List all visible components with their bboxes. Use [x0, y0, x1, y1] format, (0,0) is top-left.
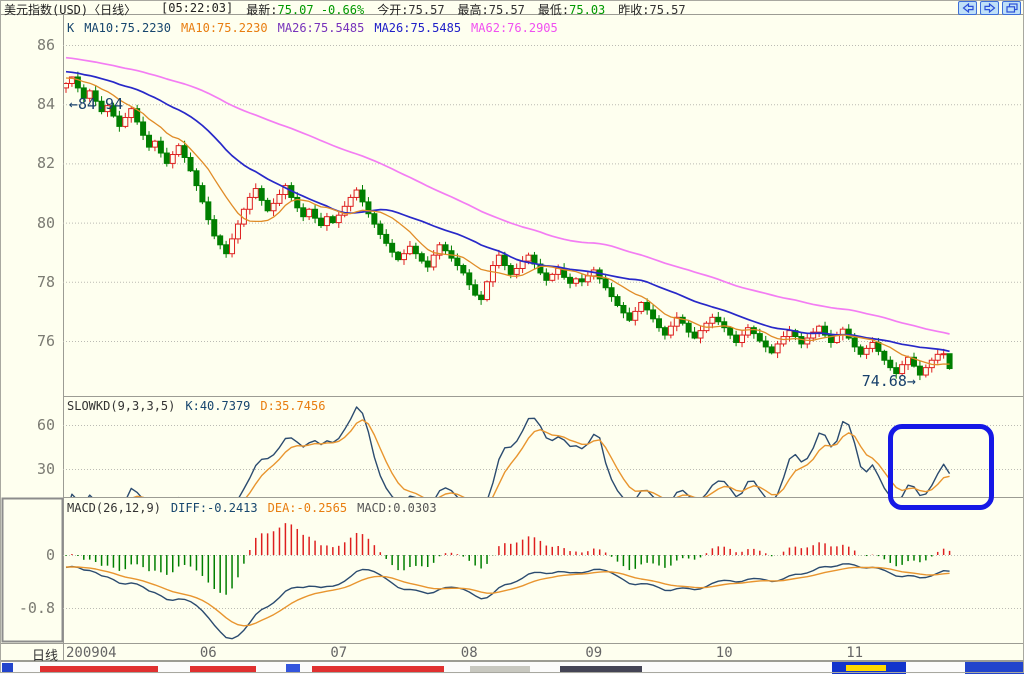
- quote-field: 最低:75.03: [537, 3, 606, 17]
- chart-type-label: K: [67, 21, 75, 35]
- quote-fields: 最新:75.07 -0.66% 今开:75.57 最高:75.57 最低:75.03 昨…: [246, 1, 685, 18]
- ma10-label-2: MA10:75.2230: [180, 21, 268, 35]
- status-fragment: [560, 666, 642, 672]
- ma10-label: MA10:75.2230: [84, 21, 171, 35]
- quote-field: 昨收:75.57: [618, 3, 686, 17]
- diff-value-label: DIFF:-0.2413: [170, 501, 258, 515]
- quote-row: [05:22:03] 最新:75.07 -0.66% 今开:75.57 最高:75.…: [161, 1, 686, 18]
- status-bar-clipped: [0, 661, 1024, 674]
- status-fragment: [190, 666, 256, 672]
- instrument-title: 美元指数(USD)〈日线〉: [4, 3, 137, 17]
- forward-icon[interactable]: [980, 1, 999, 15]
- quote-field: 最高:75.57: [457, 3, 525, 17]
- low-price-annotation: 74.68→: [861, 372, 916, 391]
- status-fragment: [286, 664, 300, 672]
- high-price-annotation: ←84.94: [68, 95, 124, 114]
- macd-value-label: MACD:0.0303: [357, 501, 437, 515]
- title-bar: 美元指数(USD)〈日线〉 [05:22:03] 最新:75.07 -0.66%…: [0, 0, 1024, 17]
- status-fragment: [965, 662, 1024, 674]
- kd-indicator-header: SLOWKD(9,3,3,5) K:40.7379 D:35.7456: [67, 399, 325, 413]
- d-value-label: D:35.7456: [260, 399, 326, 413]
- ma26-label: MA26:75.5485: [277, 21, 365, 35]
- macd-indicator-header: MACD(26,12,9) DIFF:-0.2413 DEA:-0.2565 MACD…: [67, 501, 437, 515]
- ma-labels-row: K MA10:75.2230 MA10:75.2230 MA26:75.5485 MA2…: [67, 21, 558, 35]
- status-fragment: [2, 663, 13, 673]
- kd-params-label: SLOWKD(9,3,3,5): [67, 399, 176, 413]
- quote-time: [05:22:03]: [161, 1, 234, 15]
- back-icon[interactable]: [958, 1, 977, 15]
- toolbar-icons: [958, 1, 1021, 15]
- status-fragment: [312, 666, 444, 672]
- quote-field: 最新:75.07 -0.66%: [246, 3, 365, 17]
- status-fragment: [470, 666, 530, 672]
- quote-field: 今开:75.57: [377, 3, 445, 17]
- ma26-label-2: MA26:75.5485: [374, 21, 462, 35]
- chart-canvas[interactable]: [0, 0, 1024, 673]
- dea-value-label: DEA:-0.2565: [267, 501, 348, 515]
- k-value-label: K:40.7379: [185, 399, 251, 413]
- status-fragment: [40, 666, 158, 672]
- macd-params-label: MACD(26,12,9): [67, 501, 161, 515]
- ma62-label: MA62:76.2905: [471, 21, 558, 35]
- status-fragment: [846, 665, 886, 671]
- cascade-windows-icon[interactable]: [1002, 1, 1021, 15]
